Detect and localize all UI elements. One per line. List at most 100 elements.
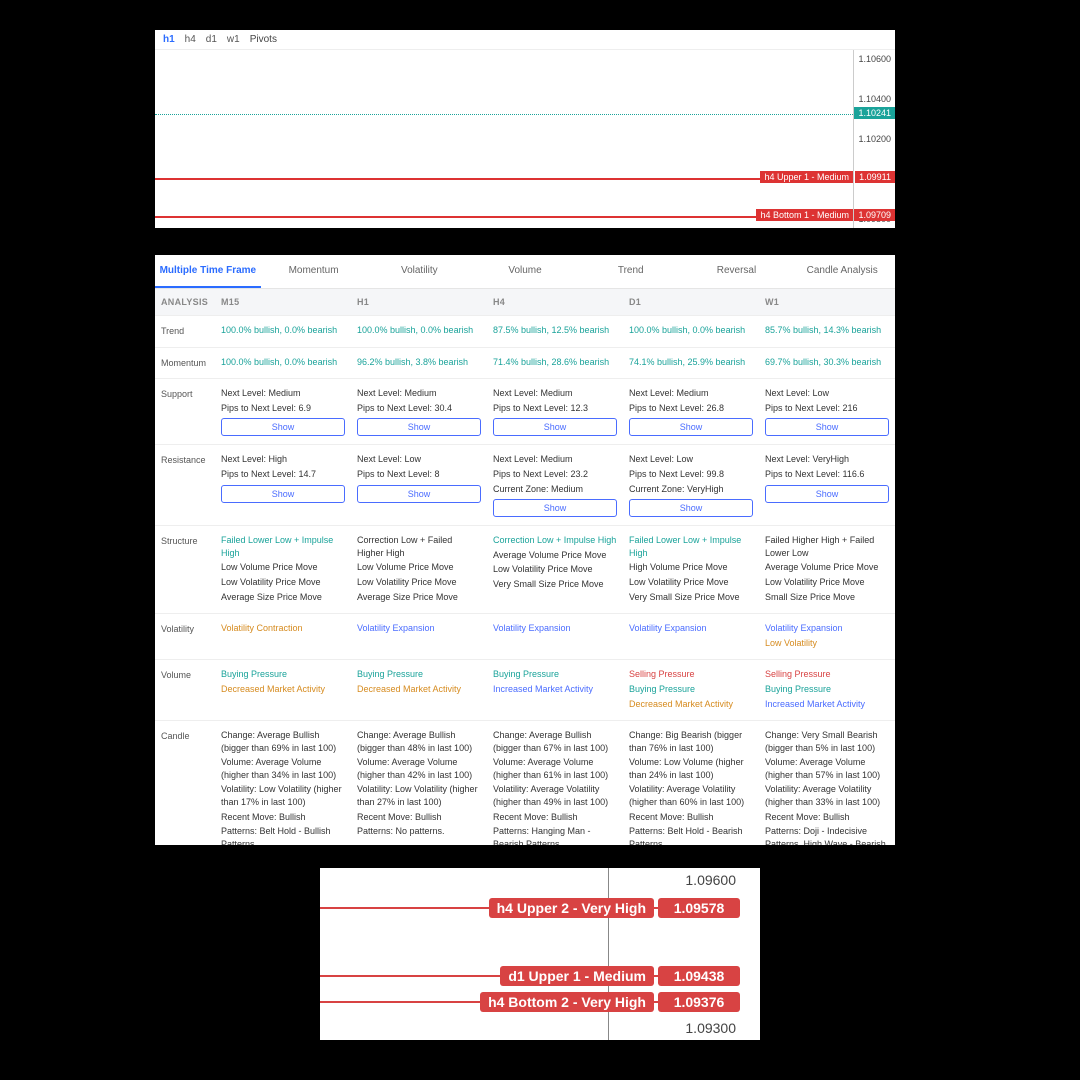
cell-text: Pips to Next Level: 216: [765, 402, 889, 415]
show-button[interactable]: Show: [357, 418, 481, 436]
cell-text: Pips to Next Level: 99.8: [629, 468, 753, 481]
cell-text: Next Level: High: [221, 453, 345, 466]
column-analysis: ANALYSIS: [155, 289, 215, 315]
cell-text: Volume: Average Volume (higher than 57% …: [765, 756, 889, 781]
cell-text: Pips to Next Level: 26.8: [629, 402, 753, 415]
cell-text: 100.0% bullish, 0.0% bearish: [357, 324, 481, 337]
show-button[interactable]: Show: [629, 499, 753, 517]
cell-text: Low Volatility Price Move: [221, 576, 345, 589]
cell-text: Volatility Expansion: [493, 622, 617, 635]
detail-level-value: 1.09578: [658, 898, 740, 918]
cell-text: Low Volatility Price Move: [765, 576, 889, 589]
analysis-cell: Volatility Contraction: [215, 614, 351, 659]
levels-detail-panel: 1.09600 1.09300 h4 Upper 2 - Very High1.…: [320, 868, 760, 1040]
show-button[interactable]: Show: [357, 485, 481, 503]
timeframe-tab-h1[interactable]: h1: [163, 34, 175, 45]
plot-area[interactable]: h4 Upper 1 - Mediumh4 Bottom 1 - Medium: [155, 50, 853, 228]
analysis-tab-volume[interactable]: Volume: [472, 255, 578, 288]
analysis-cell: Volatility ExpansionLow Volatility: [759, 614, 895, 659]
cell-text: 85.7% bullish, 14.3% bearish: [765, 324, 889, 337]
y-tick: 1.10400: [856, 94, 893, 104]
analysis-tab-reversal[interactable]: Reversal: [684, 255, 790, 288]
cell-text: Patterns: Doji - Indecisive Patterns. Hi…: [765, 825, 889, 845]
timeframe-tab-h4[interactable]: h4: [185, 34, 196, 45]
cell-text: Next Level: Medium: [629, 387, 753, 400]
column-d1: D1: [623, 289, 759, 315]
price-chart-panel: h1 h4 d1 w1 Pivots h4 Upper 1 - Mediumh4 Bot…: [155, 30, 895, 228]
level-value: 1.09709: [854, 209, 895, 221]
analysis-tab-trend[interactable]: Trend: [578, 255, 684, 288]
analysis-cell: Change: Average Bullish (bigger than 67%…: [487, 721, 623, 845]
detail-level-value: 1.09438: [658, 966, 740, 986]
cell-text: Next Level: Low: [629, 453, 753, 466]
show-button[interactable]: Show: [765, 418, 889, 436]
row-label: Volatility: [155, 614, 215, 659]
y-tick: 1.10600: [856, 54, 893, 64]
timeframe-tab-w1[interactable]: w1: [227, 34, 240, 45]
cell-text: Pips to Next Level: 23.2: [493, 468, 617, 481]
analysis-tab-multiple-time-frame[interactable]: Multiple Time Frame: [155, 255, 261, 288]
level-value: 1.09911: [855, 171, 895, 183]
column-w1: W1: [759, 289, 895, 315]
analysis-tab-candle-analysis[interactable]: Candle Analysis: [789, 255, 895, 288]
analysis-cell: Next Level: LowPips to Next Level: 99.8C…: [623, 445, 759, 525]
cell-text: Change: Average Bullish (bigger than 69%…: [221, 729, 345, 754]
analysis-cell: Next Level: LowPips to Next Level: 8Show: [351, 445, 487, 525]
show-button[interactable]: Show: [221, 485, 345, 503]
price-axis: 1.106001.104001.102001.100001.098001.102…: [853, 50, 895, 228]
row-label: Resistance: [155, 445, 215, 525]
detail-axis-line: [608, 868, 609, 1040]
cell-text: Failed Higher High + Failed Lower Low: [765, 534, 889, 559]
analysis-cell: 96.2% bullish, 3.8% bearish: [351, 348, 487, 379]
cell-text: Recent Move: Bullish: [629, 811, 753, 824]
current-price-line: [155, 114, 853, 115]
analysis-cell: Buying PressureDecreased Market Activity: [351, 660, 487, 720]
pivots-tab[interactable]: Pivots: [250, 34, 277, 45]
cell-text: Next Level: Medium: [493, 387, 617, 400]
cell-text: Volatility Contraction: [221, 622, 345, 635]
detail-level-row: h4 Upper 2 - Very High1.09578: [320, 896, 740, 920]
timeframe-tab-d1[interactable]: d1: [206, 34, 217, 45]
current-price-label: 1.10241: [854, 107, 895, 119]
detail-scale-top: 1.09600: [685, 872, 736, 888]
detail-level-label: d1 Upper 1 - Medium: [500, 966, 654, 986]
analysis-cell: Next Level: MediumPips to Next Level: 6.…: [215, 379, 351, 444]
level-line: [155, 216, 853, 218]
analysis-cell: Change: Very Small Bearish (bigger than …: [759, 721, 895, 845]
cell-text: Patterns: Hanging Man - Bearish Patterns…: [493, 825, 617, 845]
cell-text: Volatility Expansion: [629, 622, 753, 635]
analysis-cell: Selling PressureBuying PressureDecreased…: [623, 660, 759, 720]
analysis-cell: Next Level: Medium Pips to Next Level: 26…: [623, 379, 759, 444]
cell-text: Buying Pressure: [493, 668, 617, 681]
cell-text: Selling Pressure: [765, 668, 889, 681]
show-button[interactable]: Show: [765, 485, 889, 503]
cell-text: Low Volatility Price Move: [357, 576, 481, 589]
cell-text: Volatility: Low Volatility (higher than …: [221, 783, 345, 808]
cell-text: High Volume Price Move: [629, 561, 753, 574]
analysis-cell: Failed Lower Low + Impulse HighHigh Volu…: [623, 526, 759, 613]
cell-text: Increased Market Activity: [765, 698, 889, 711]
analysis-tab-volatility[interactable]: Volatility: [366, 255, 472, 288]
row-label: Candle: [155, 721, 215, 845]
analysis-header: ANALYSISM15H1H4D1W1: [155, 289, 895, 315]
row-label: Trend: [155, 316, 215, 347]
analysis-tabs: Multiple Time FrameMomentumVolatilityVol…: [155, 255, 895, 289]
cell-text: Increased Market Activity: [493, 683, 617, 696]
show-button[interactable]: Show: [493, 418, 617, 436]
show-button[interactable]: Show: [493, 499, 617, 517]
cell-text: 74.1% bullish, 25.9% bearish: [629, 356, 753, 369]
cell-text: Volume: Low Volume (higher than 24% in l…: [629, 756, 753, 781]
cell-text: Buying Pressure: [629, 683, 753, 696]
analysis-tab-momentum[interactable]: Momentum: [261, 255, 367, 288]
cell-text: Low Volume Price Move: [357, 561, 481, 574]
analysis-panel: Multiple Time FrameMomentumVolatilityVol…: [155, 255, 895, 845]
cell-text: Average Size Price Move: [221, 591, 345, 604]
show-button[interactable]: Show: [629, 418, 753, 436]
analysis-cell: Volatility Expansion: [623, 614, 759, 659]
cell-text: Failed Lower Low + Impulse High: [221, 534, 345, 559]
cell-text: Volatility Expansion: [357, 622, 481, 635]
show-button[interactable]: Show: [221, 418, 345, 436]
cell-text: Next Level: Medium: [493, 453, 617, 466]
cell-text: Patterns: No patterns.: [357, 825, 481, 838]
cell-text: Volatility Expansion: [765, 622, 889, 635]
